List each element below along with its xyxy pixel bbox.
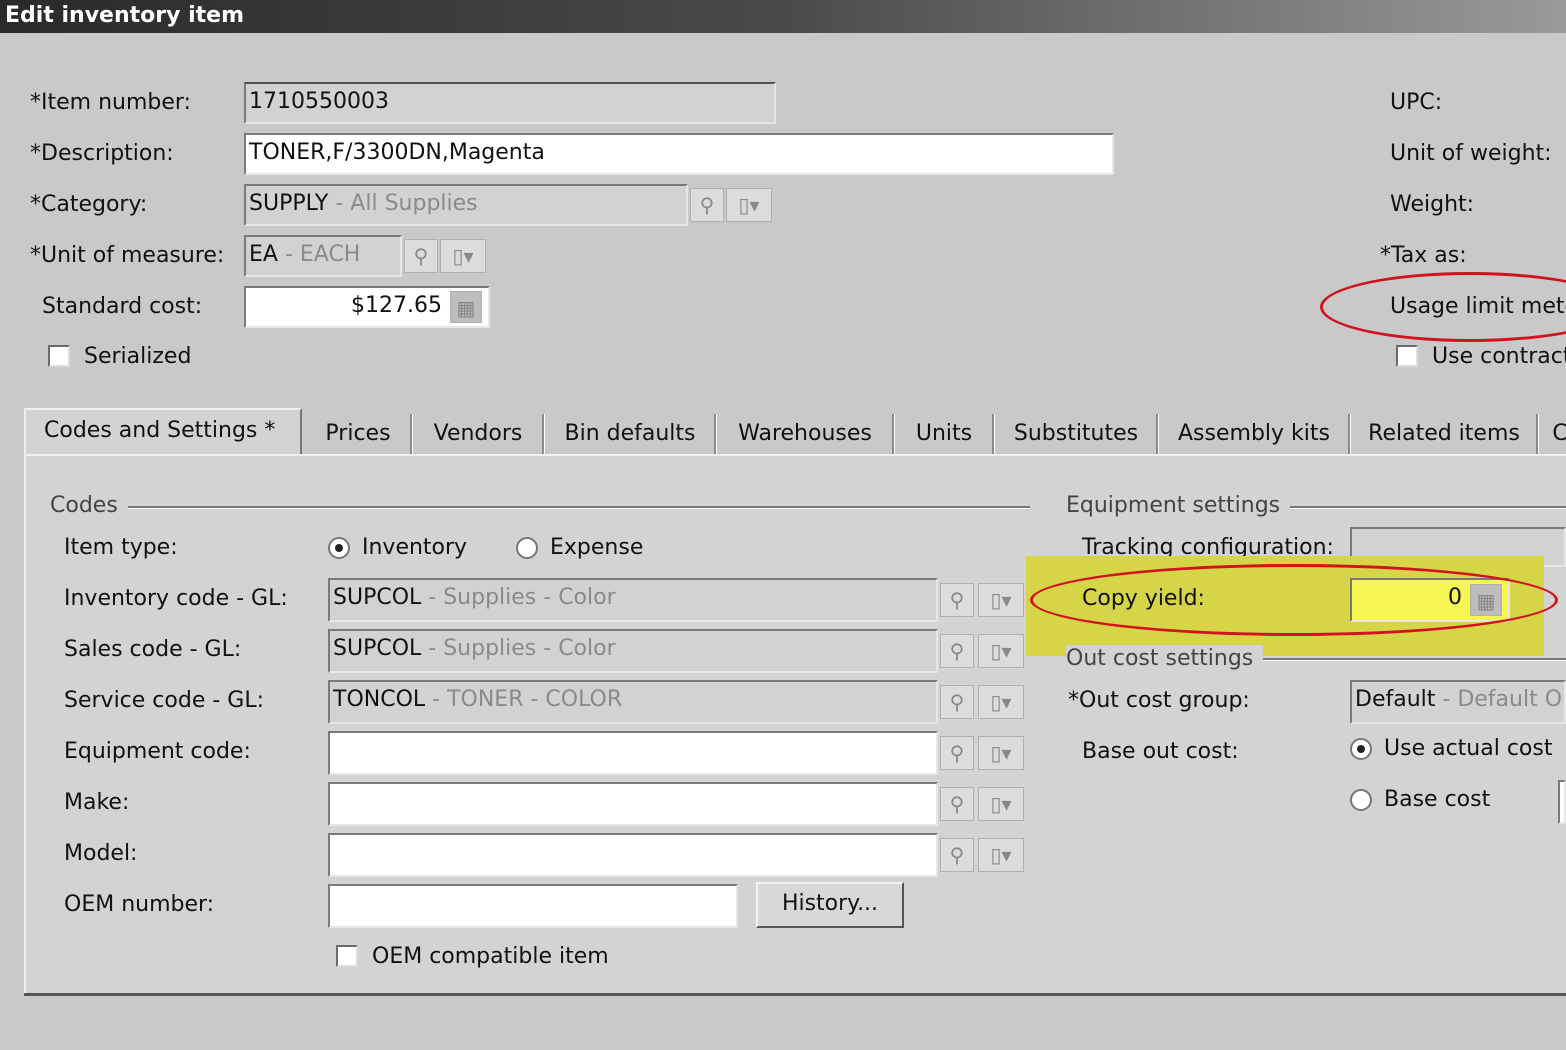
- inventory-code-label: Inventory code - GL:: [64, 586, 288, 611]
- use-contract-label: Use contract: [1432, 344, 1566, 369]
- equipment-code-label: Equipment code:: [64, 739, 251, 764]
- magnifier-icon[interactable]: ⚲: [940, 583, 974, 617]
- window-title: Edit inventory item: [0, 0, 1566, 33]
- magnifier-icon[interactable]: ⚲: [690, 188, 724, 222]
- model-field[interactable]: [328, 833, 938, 877]
- equipment-code-field[interactable]: [328, 731, 938, 775]
- magnifier-icon[interactable]: ⚲: [940, 685, 974, 719]
- tab-bar: Codes and Settings * Prices Vendors Bin …: [24, 408, 1566, 458]
- serialized-label: Serialized: [84, 344, 192, 369]
- inventory-code-desc: - Supplies - Color: [421, 585, 616, 610]
- category-desc: - All Supplies: [328, 191, 478, 216]
- dropdown-menu-icon[interactable]: ▯▾: [978, 634, 1024, 668]
- service-code: TONCOL: [333, 687, 426, 712]
- base-cost-label: Base cost: [1384, 787, 1491, 812]
- description-field[interactable]: TONER,F/3300DN,Magenta: [244, 133, 1114, 175]
- outcost-group-label: Out cost settings: [1066, 645, 1264, 673]
- dropdown-menu-icon[interactable]: ▯▾: [440, 239, 486, 273]
- unit-of-measure-field[interactable]: EA - EACH: [244, 235, 402, 277]
- base-cost-field[interactable]: [1558, 780, 1566, 824]
- tab-warehouses[interactable]: Warehouses: [718, 414, 894, 454]
- category-code: SUPPLY: [249, 191, 329, 216]
- out-cost-group-code: Default: [1355, 687, 1436, 712]
- item-type-label: Item type:: [64, 535, 178, 560]
- service-code-label: Service code - GL:: [64, 688, 264, 713]
- dropdown-menu-icon[interactable]: ▯▾: [726, 188, 772, 222]
- uom-desc: - EACH: [277, 242, 361, 267]
- codes-group-line: [50, 506, 1030, 509]
- upc-label: UPC:: [1390, 90, 1443, 115]
- codes-group-label: Codes: [50, 492, 128, 520]
- model-label: Model:: [64, 841, 138, 866]
- panel-bottom-border: [24, 993, 1566, 996]
- use-actual-cost-label: Use actual cost: [1384, 736, 1553, 761]
- dropdown-menu-icon[interactable]: ▯▾: [978, 736, 1024, 770]
- use-actual-cost-radio[interactable]: [1350, 738, 1372, 760]
- item-type-inventory-radio[interactable]: [328, 537, 350, 559]
- tab-assembly-kits[interactable]: Assembly kits: [1160, 414, 1350, 454]
- annotation-ellipse-usage: [1320, 272, 1566, 342]
- sales-code-desc: - Supplies - Color: [421, 636, 616, 661]
- tab-related-items[interactable]: Related items: [1352, 414, 1538, 454]
- equipment-group-label: Equipment settings: [1066, 492, 1291, 520]
- oem-compatible-label: OEM compatible item: [372, 944, 609, 969]
- tab-codes-and-settings[interactable]: Codes and Settings *: [24, 408, 302, 458]
- magnifier-icon[interactable]: ⚲: [940, 736, 974, 770]
- category-field[interactable]: SUPPLY - All Supplies: [244, 184, 688, 226]
- oem-number-field[interactable]: [328, 884, 738, 928]
- magnifier-icon[interactable]: ⚲: [940, 838, 974, 872]
- dropdown-menu-icon[interactable]: ▯▾: [978, 583, 1024, 617]
- base-out-cost-label: Base out cost:: [1082, 739, 1239, 764]
- service-code-desc: - TONER - COLOR: [425, 687, 623, 712]
- item-number-field[interactable]: 1710550003: [244, 82, 776, 124]
- unit-of-weight-label: Unit of weight:: [1390, 141, 1552, 166]
- sales-code-field[interactable]: SUPCOL - Supplies - Color: [328, 629, 938, 673]
- category-label: *Category:: [30, 192, 148, 217]
- make-label: Make:: [64, 790, 130, 815]
- make-field[interactable]: [328, 782, 938, 826]
- dropdown-menu-icon[interactable]: ▯▾: [978, 838, 1024, 872]
- item-type-expense-radio[interactable]: [516, 537, 538, 559]
- tab-prices[interactable]: Prices: [306, 414, 412, 454]
- oem-compatible-checkbox[interactable]: [336, 945, 358, 967]
- dropdown-menu-icon[interactable]: ▯▾: [978, 787, 1024, 821]
- unit-of-measure-label: *Unit of measure:: [30, 243, 225, 268]
- tab-units[interactable]: Units: [896, 414, 994, 454]
- item-type-expense-label: Expense: [550, 535, 644, 560]
- oem-number-label: OEM number:: [64, 892, 215, 917]
- weight-label: Weight:: [1390, 192, 1475, 217]
- base-cost-radio[interactable]: [1350, 789, 1372, 811]
- standard-cost-label: Standard cost:: [42, 294, 203, 319]
- item-number-label: *Item number:: [30, 90, 191, 115]
- calculator-icon[interactable]: ▦: [450, 291, 482, 323]
- sales-code-label: Sales code - GL:: [64, 637, 242, 662]
- out-cost-group-desc: - Default Ou: [1435, 687, 1566, 712]
- tab-vendors[interactable]: Vendors: [414, 414, 544, 454]
- tab-overflow[interactable]: C: [1540, 414, 1566, 454]
- tax-as-label: *Tax as:: [1380, 243, 1467, 268]
- magnifier-icon[interactable]: ⚲: [940, 634, 974, 668]
- dropdown-menu-icon[interactable]: ▯▾: [978, 685, 1024, 719]
- inventory-code-field[interactable]: SUPCOL - Supplies - Color: [328, 578, 938, 622]
- history-button[interactable]: History...: [756, 882, 904, 928]
- tab-bin-defaults[interactable]: Bin defaults: [546, 414, 716, 454]
- item-type-inventory-label: Inventory: [362, 535, 468, 560]
- service-code-field[interactable]: TONCOL - TONER - COLOR: [328, 680, 938, 724]
- magnifier-icon[interactable]: ⚲: [940, 787, 974, 821]
- description-label: *Description:: [30, 141, 174, 166]
- sales-code: SUPCOL: [333, 636, 422, 661]
- out-cost-group-field[interactable]: Default - Default Ou: [1350, 680, 1566, 724]
- serialized-checkbox[interactable]: [48, 345, 70, 367]
- uom-code: EA: [249, 242, 278, 267]
- inventory-code: SUPCOL: [333, 585, 422, 610]
- use-contract-checkbox[interactable]: [1396, 345, 1418, 367]
- magnifier-icon[interactable]: ⚲: [404, 239, 438, 273]
- annotation-ellipse-copy-yield: [1030, 564, 1558, 636]
- tab-substitutes[interactable]: Substitutes: [996, 414, 1158, 454]
- out-cost-group-label: *Out cost group:: [1068, 688, 1250, 713]
